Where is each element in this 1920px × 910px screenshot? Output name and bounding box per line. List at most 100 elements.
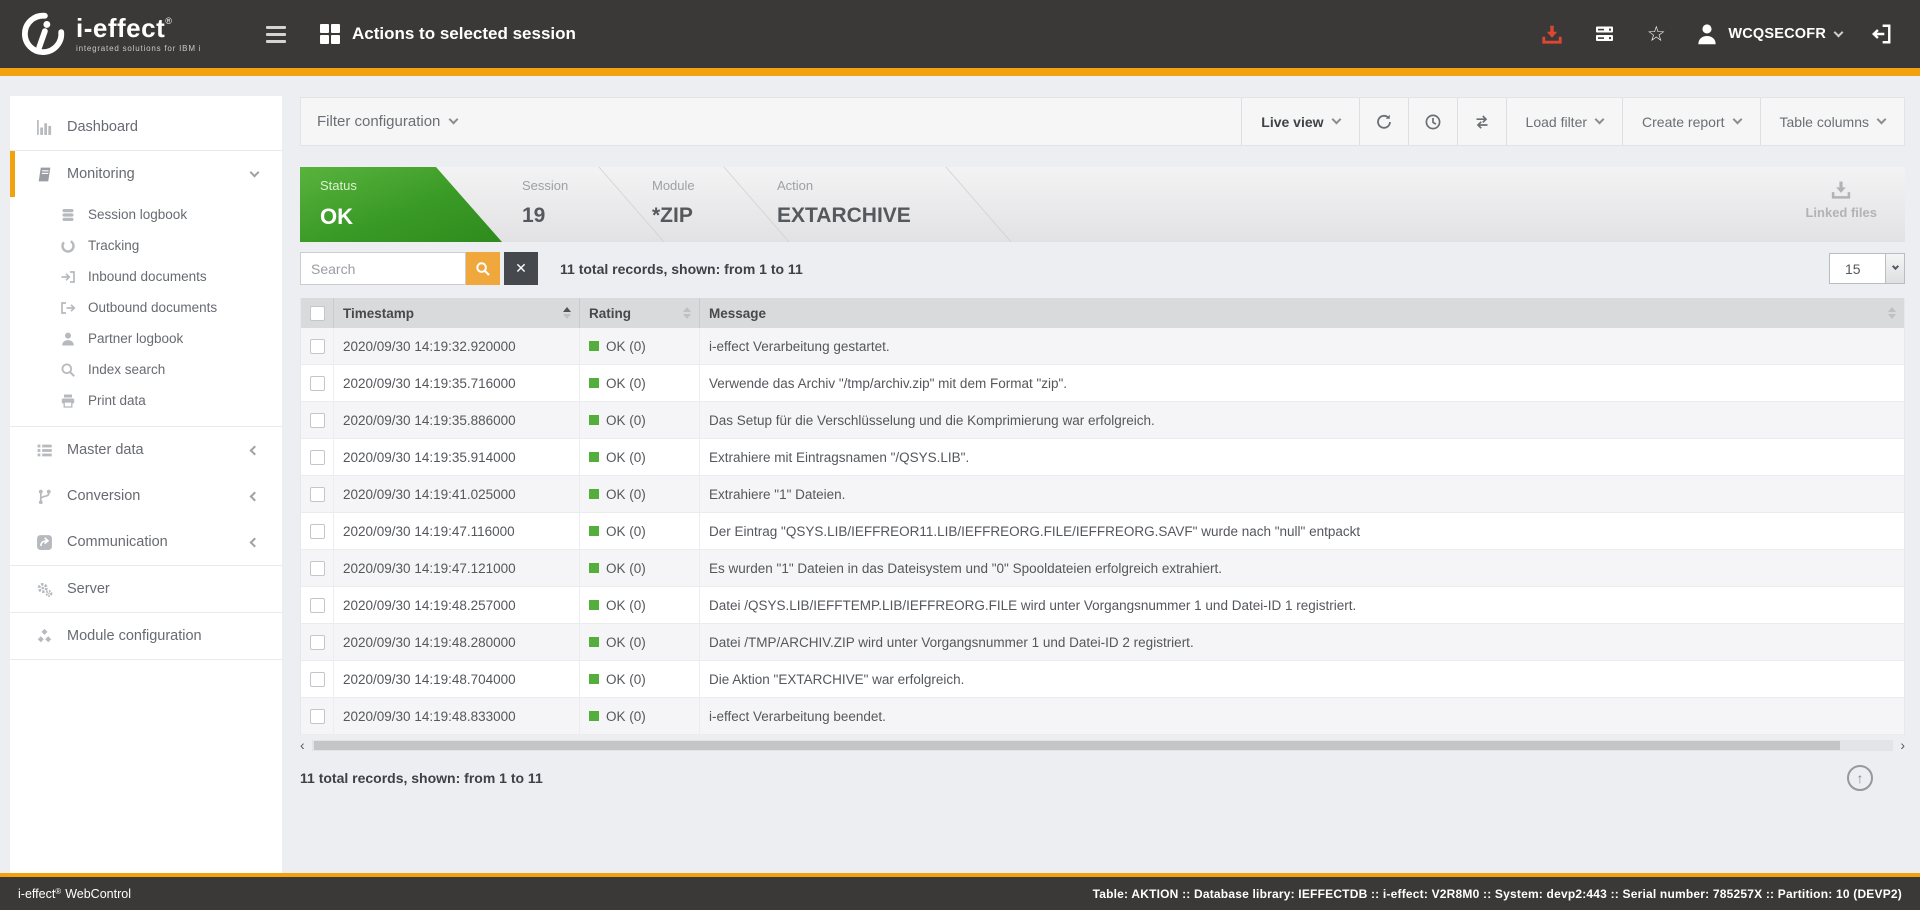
cell-message: Die Aktion "EXTARCHIVE" war erfolgreich. <box>700 661 1904 697</box>
row-checkbox[interactable] <box>310 376 325 391</box>
auto-reload-button[interactable] <box>1457 98 1506 145</box>
tab-action[interactable]: Action EXTARCHIVE <box>757 167 979 242</box>
sidebar-item-print-data[interactable]: Print data <box>10 385 282 416</box>
history-button[interactable] <box>1408 98 1457 145</box>
tab-session[interactable]: Session 19 <box>502 167 632 242</box>
sidebar-item-module-configuration[interactable]: Module configuration <box>10 613 282 659</box>
linked-files-button[interactable]: Linked files <box>1805 180 1877 220</box>
sidebar-item-label: Master data <box>67 442 144 458</box>
gears-icon <box>36 581 53 598</box>
sidebar-item-outbound-documents[interactable]: Outbound documents <box>10 292 282 323</box>
menu-icon[interactable] <box>260 20 292 49</box>
logout-icon[interactable] <box>1868 21 1894 47</box>
table-row[interactable]: 2020/09/30 14:19:47.116000 OK (0) Der Ei… <box>301 513 1904 550</box>
refresh-button[interactable] <box>1359 98 1408 145</box>
user-icon <box>60 331 76 347</box>
download-alert-icon[interactable] <box>1539 21 1565 47</box>
code-branch-icon <box>36 488 53 505</box>
table-row[interactable]: 2020/09/30 14:19:41.025000 OK (0) Extrah… <box>301 476 1904 513</box>
chevron-down-icon <box>1732 115 1742 125</box>
table-row[interactable]: 2020/09/30 14:19:32.920000 OK (0) i-effe… <box>301 328 1904 365</box>
table-columns-button[interactable]: Table columns <box>1760 98 1905 145</box>
row-checkbox[interactable] <box>310 450 325 465</box>
search-button[interactable] <box>466 252 500 285</box>
live-view-button[interactable]: Live view <box>1241 98 1358 145</box>
sidebar-item-label: Monitoring <box>67 166 135 182</box>
cell-timestamp: 2020/09/30 14:19:35.716000 <box>334 365 580 401</box>
printer-icon <box>60 393 76 409</box>
sidebar-item-tracking[interactable]: Tracking <box>10 230 282 261</box>
sidebar-item-label: Print data <box>88 393 146 408</box>
load-filter-button[interactable]: Load filter <box>1506 98 1622 145</box>
row-checkbox[interactable] <box>310 524 325 539</box>
sidebar-item-inbound-documents[interactable]: Inbound documents <box>10 261 282 292</box>
toolbar: Filter configuration Live view <box>300 97 1905 146</box>
scrollbar-thumb[interactable] <box>314 741 1840 750</box>
search-row: ✕ 11 total records, shown: from 1 to 11 … <box>300 252 1905 285</box>
row-checkbox[interactable] <box>310 413 325 428</box>
page-size-select[interactable]: 15 <box>1829 253 1905 284</box>
cell-timestamp: 2020/09/30 14:19:47.121000 <box>334 550 580 586</box>
column-header-message[interactable]: Message <box>700 298 1904 328</box>
table-row[interactable]: 2020/09/30 14:19:35.914000 OK (0) Extrah… <box>301 439 1904 476</box>
sidebar-item-label: Index search <box>88 362 165 377</box>
cell-message: i-effect Verarbeitung beendet. <box>700 698 1904 734</box>
select-all-checkbox[interactable] <box>310 306 325 321</box>
table-row[interactable]: 2020/09/30 14:19:47.121000 OK (0) Es wur… <box>301 550 1904 587</box>
row-checkbox[interactable] <box>310 598 325 613</box>
row-checkbox[interactable] <box>310 561 325 576</box>
sidebar-item-dashboard[interactable]: Dashboard <box>10 104 282 150</box>
table-row[interactable]: 2020/09/30 14:19:48.280000 OK (0) Datei … <box>301 624 1904 661</box>
sort-desc-icon <box>683 314 691 319</box>
table-row[interactable]: 2020/09/30 14:19:48.257000 OK (0) Datei … <box>301 587 1904 624</box>
user-avatar-icon <box>1695 22 1719 46</box>
sidebar-item-conversion[interactable]: Conversion <box>10 473 282 519</box>
user-menu[interactable]: WCQSECOFR <box>1695 22 1842 46</box>
row-checkbox[interactable] <box>310 672 325 687</box>
footer-status-line: Table: AKTION :: Database library: IEFFE… <box>1093 887 1902 901</box>
refresh-icon <box>1375 113 1393 131</box>
cell-message: Das Setup für die Verschlüsselung und di… <box>700 402 1904 438</box>
sidebar-item-index-search[interactable]: Index search <box>10 354 282 385</box>
cell-timestamp: 2020/09/30 14:19:47.116000 <box>334 513 580 549</box>
table-row[interactable]: 2020/09/30 14:19:35.886000 OK (0) Das Se… <box>301 402 1904 439</box>
row-checkbox[interactable] <box>310 709 325 724</box>
sidebar-item-master-data[interactable]: Master data <box>10 427 282 473</box>
create-report-button[interactable]: Create report <box>1622 98 1759 145</box>
sidebar-item-label: Tracking <box>88 238 139 253</box>
sidebar-item-partner-logbook[interactable]: Partner logbook <box>10 323 282 354</box>
table-row[interactable]: 2020/09/30 14:19:35.716000 OK (0) Verwen… <box>301 365 1904 402</box>
column-header-rating[interactable]: Rating <box>580 298 700 328</box>
scroll-right-arrow[interactable]: › <box>1900 739 1905 752</box>
cell-timestamp: 2020/09/30 14:19:48.833000 <box>334 698 580 734</box>
sidebar-item-session-logbook[interactable]: Session logbook <box>10 199 282 230</box>
row-checkbox[interactable] <box>310 487 325 502</box>
table-row[interactable]: 2020/09/30 14:19:48.704000 OK (0) Die Ak… <box>301 661 1904 698</box>
status-footer: i-effect®WebControl Table: AKTION :: Dat… <box>0 873 1920 910</box>
chevron-down-icon <box>250 167 260 177</box>
sidebar-item-label: Inbound documents <box>88 269 207 284</box>
sidebar-item-communication[interactable]: Communication <box>10 519 282 565</box>
filter-configuration-button[interactable]: Filter configuration <box>301 98 457 145</box>
column-header-timestamp[interactable]: Timestamp <box>334 298 580 328</box>
scrollbar-track[interactable] <box>312 740 1894 751</box>
cell-message: Extrahiere mit Eintragsnamen "/QSYS.LIB"… <box>700 439 1904 475</box>
table-row[interactable]: 2020/09/30 14:19:48.833000 OK (0) i-effe… <box>301 698 1904 735</box>
share-arrow-icon <box>36 534 53 551</box>
status-value: OK <box>320 204 502 230</box>
clear-search-button[interactable]: ✕ <box>504 252 538 285</box>
tab-module[interactable]: Module *ZIP <box>632 167 757 242</box>
cell-rating: OK (0) <box>580 365 700 401</box>
back-to-top-button[interactable]: ↑ <box>1847 765 1873 791</box>
row-checkbox[interactable] <box>310 339 325 354</box>
row-checkbox[interactable] <box>310 635 325 650</box>
sidebar-item-server[interactable]: Server <box>10 566 282 612</box>
server-status-icon[interactable] <box>1591 21 1617 47</box>
rating-ok-icon <box>589 600 599 610</box>
favorites-star-icon[interactable]: ☆ <box>1643 21 1669 47</box>
scroll-left-arrow[interactable]: ‹ <box>300 739 305 752</box>
tab-status[interactable]: Status OK <box>300 167 502 242</box>
search-input[interactable] <box>300 252 466 285</box>
sidebar-item-monitoring[interactable]: Monitoring <box>10 151 282 197</box>
sort-asc-icon <box>1888 307 1896 312</box>
